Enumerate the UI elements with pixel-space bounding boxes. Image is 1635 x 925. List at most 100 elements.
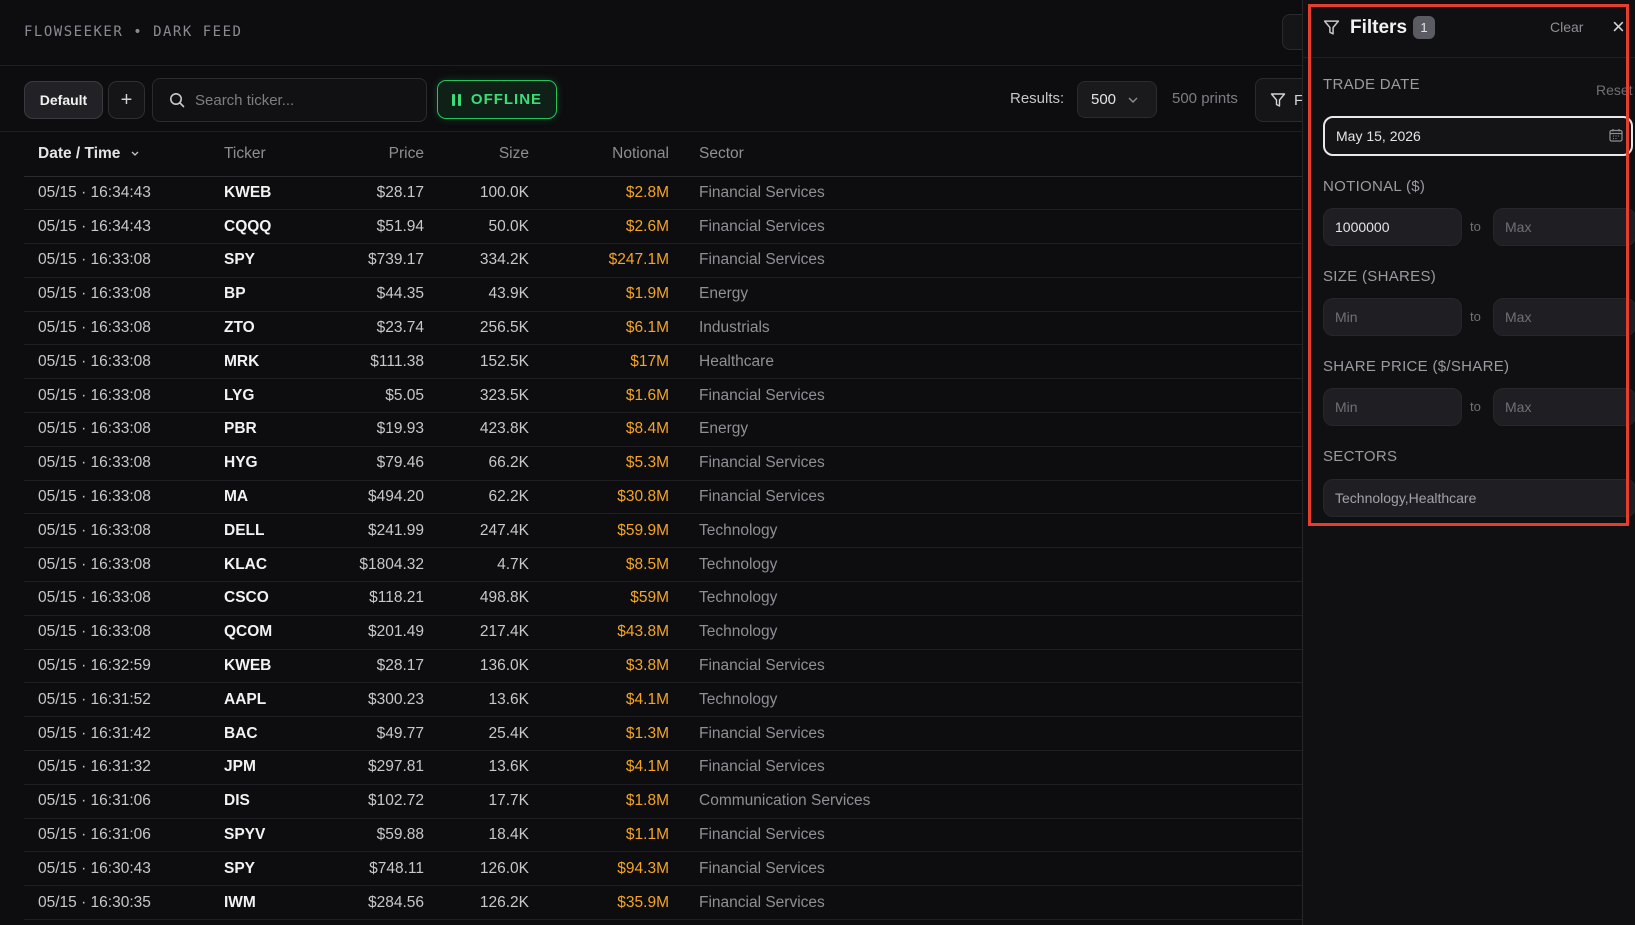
- cell-datetime: 05/15 · 16:33:08: [24, 480, 224, 515]
- size-min-input[interactable]: Min: [1323, 298, 1462, 336]
- cell-datetime: 05/15 · 16:34:43: [24, 209, 224, 245]
- col-notional[interactable]: Notional: [529, 132, 669, 177]
- cell-datetime: 05/15 · 16:33:08: [24, 547, 224, 583]
- calendar-icon[interactable]: [1609, 128, 1623, 142]
- cell-datetime: 05/15 · 16:33:08: [24, 412, 224, 447]
- notional-label: NOTIONAL ($): [1323, 178, 1426, 195]
- col-datetime[interactable]: Date / Time: [24, 132, 224, 177]
- cell-notional: $4.1M: [529, 682, 669, 718]
- search-input[interactable]: [195, 91, 425, 109]
- table-row[interactable]: 05/15 · 16:30:43 SPY $748.11 126.0K $94.3M Fi…: [24, 851, 1302, 887]
- cell-datetime: 05/15 · 16:33:08: [24, 344, 224, 380]
- col-price[interactable]: Price: [324, 132, 424, 177]
- cell-notional: $43.8M: [529, 615, 669, 650]
- reset-date-button[interactable]: Reset: [1596, 82, 1633, 98]
- table-row[interactable]: 05/15 · 16:33:08 LYG $5.05 323.5K $1.6M Finan…: [24, 378, 1302, 414]
- cell-datetime: 05/15 · 16:33:08: [24, 615, 224, 650]
- cell-datetime: 05/15 · 16:31:32: [24, 750, 224, 785]
- notional-min-input[interactable]: 1000000: [1323, 208, 1462, 246]
- cell-ticker: KWEB: [224, 176, 324, 211]
- price-min-input[interactable]: Min: [1323, 388, 1462, 426]
- cell-ticker: DIS: [224, 784, 324, 819]
- table-row[interactable]: 05/15 · 16:31:32 JPM $297.81 13.6K $4.1M Fina…: [24, 750, 1302, 785]
- table-row[interactable]: 05/15 · 16:33:08 CSCO $118.21 498.8K $59M Tec…: [24, 581, 1302, 616]
- table-row[interactable]: 05/15 · 16:34:43 CQQQ $51.94 50.0K $2.6M Fina…: [24, 209, 1302, 245]
- size-max-input[interactable]: Max: [1493, 298, 1635, 336]
- cell-sector: Technology: [669, 615, 1302, 650]
- cell-price: $59.88: [324, 818, 424, 853]
- clear-filters-button[interactable]: Clear: [1550, 19, 1583, 35]
- col-ticker[interactable]: Ticker: [224, 132, 324, 177]
- size-label: SIZE (SHARES): [1323, 268, 1437, 285]
- cell-price: $111.38: [324, 344, 424, 380]
- trade-date-input[interactable]: May 15, 2026: [1323, 116, 1633, 156]
- table-row[interactable]: 05/15 · 16:33:08 MRK $111.38 152.5K $17M Heal…: [24, 344, 1302, 380]
- add-preset-button[interactable]: +: [108, 81, 145, 119]
- cell-ticker: KWEB: [224, 649, 324, 684]
- cell-size: 4.7K: [424, 547, 529, 583]
- table-row[interactable]: 05/15 · 16:33:08 DELL $241.99 247.4K $59.9M T…: [24, 513, 1302, 549]
- price-max-input[interactable]: Max: [1493, 388, 1635, 426]
- ticker-search[interactable]: [152, 78, 427, 122]
- cell-price: $300.23: [324, 682, 424, 718]
- cell-ticker: HYG: [224, 446, 324, 481]
- cell-price: $49.77: [324, 716, 424, 752]
- table-row[interactable]: 05/15 · 16:33:08 PBR $19.93 423.8K $8.4M Ener…: [24, 412, 1302, 447]
- cell-ticker: JPM: [224, 750, 324, 785]
- active-filter-count-badge: 1: [1413, 16, 1435, 39]
- live-status-label: OFFLINE: [470, 91, 543, 108]
- cell-notional: $94.3M: [529, 851, 669, 887]
- filters-panel: Filters 1 Clear × TRADE DATE Reset May 1…: [1302, 0, 1635, 925]
- table-row[interactable]: 05/15 · 16:32:59 KWEB $28.17 136.0K $3.8M Fin…: [24, 649, 1302, 684]
- cell-sector: Financial Services: [669, 649, 1302, 684]
- cell-notional: $8.4M: [529, 412, 669, 447]
- cell-price: $28.17: [324, 176, 424, 211]
- sort-desc-icon: [131, 151, 139, 157]
- funnel-icon: [1270, 93, 1286, 107]
- cell-notional: $3.8M: [529, 649, 669, 684]
- cell-size: 423.8K: [424, 412, 529, 447]
- table-row[interactable]: 05/15 · 16:30:35 IWM $284.56 126.2K $35.9M Fi…: [24, 885, 1302, 921]
- cell-ticker: CSCO: [224, 581, 324, 616]
- notional-max-input[interactable]: Max: [1493, 208, 1635, 246]
- table-row[interactable]: 05/15 · 16:31:42 BAC $49.77 25.4K $1.3M Finan…: [24, 716, 1302, 752]
- cell-sector: Technology: [669, 513, 1302, 549]
- cell-ticker: MA: [224, 480, 324, 515]
- table-row[interactable]: 05/15 · 16:31:06 SPYV $59.88 18.4K $1.1M Fina…: [24, 818, 1302, 853]
- cell-notional: $59.9M: [529, 513, 669, 549]
- col-sector[interactable]: Sector: [669, 132, 1302, 177]
- cell-notional: $8.5M: [529, 547, 669, 583]
- cell-notional: $35.9M: [529, 885, 669, 921]
- cell-size: 25.4K: [424, 716, 529, 752]
- cell-sector: Financial Services: [669, 480, 1302, 515]
- cell-sector: Financial Services: [669, 818, 1302, 853]
- table-row[interactable]: 05/15 · 16:34:43 KWEB $28.17 100.0K $2.8M Fin…: [24, 176, 1302, 211]
- sectors-input[interactable]: Technology,Healthcare: [1323, 479, 1635, 517]
- price-to-label: to: [1470, 399, 1481, 414]
- col-size[interactable]: Size: [424, 132, 529, 177]
- table-row[interactable]: 05/15 · 16:33:08 QCOM $201.49 217.4K $43.8M T…: [24, 615, 1302, 650]
- cell-ticker: CQQQ: [224, 209, 324, 245]
- table-row[interactable]: 05/15 · 16:33:08 KLAC $1804.32 4.7K $8.5M Tec…: [24, 547, 1302, 583]
- table-row[interactable]: 05/15 · 16:33:08 MA $494.20 62.2K $30.8M Fina…: [24, 480, 1302, 515]
- cell-ticker: PBR: [224, 412, 324, 447]
- cell-sector: Healthcare: [669, 344, 1302, 380]
- price-label: SHARE PRICE ($/SHARE): [1323, 358, 1510, 375]
- table-body: 05/15 · 16:34:43 KWEB $28.17 100.0K $2.8M Fin…: [24, 176, 1302, 921]
- close-icon[interactable]: ×: [1612, 14, 1625, 40]
- table-row[interactable]: 05/15 · 16:33:08 ZTO $23.74 256.5K $6.1M Indu…: [24, 311, 1302, 346]
- results-select[interactable]: 500: [1077, 81, 1157, 118]
- dark-feed-app: FLOWSEEKER • DARK FEED Default + OFFLINE…: [0, 0, 1635, 925]
- table-row[interactable]: 05/15 · 16:31:52 AAPL $300.23 13.6K $4.1M Tec…: [24, 682, 1302, 718]
- funnel-icon: [1323, 20, 1340, 35]
- sectors-label: SECTORS: [1323, 448, 1398, 465]
- results-label: Results:: [1010, 90, 1065, 107]
- table-row[interactable]: 05/15 · 16:33:08 HYG $79.46 66.2K $5.3M Finan…: [24, 446, 1302, 481]
- cell-size: 256.5K: [424, 311, 529, 346]
- table-row[interactable]: 05/15 · 16:33:08 SPY $739.17 334.2K $247.1M F…: [24, 243, 1302, 278]
- table-row[interactable]: 05/15 · 16:33:08 BP $44.35 43.9K $1.9M Energy: [24, 277, 1302, 312]
- preset-default-button[interactable]: Default: [24, 81, 103, 119]
- cell-price: $79.46: [324, 446, 424, 481]
- live-toggle-button[interactable]: OFFLINE: [437, 80, 557, 119]
- table-row[interactable]: 05/15 · 16:31:06 DIS $102.72 17.7K $1.8M Comm…: [24, 784, 1302, 819]
